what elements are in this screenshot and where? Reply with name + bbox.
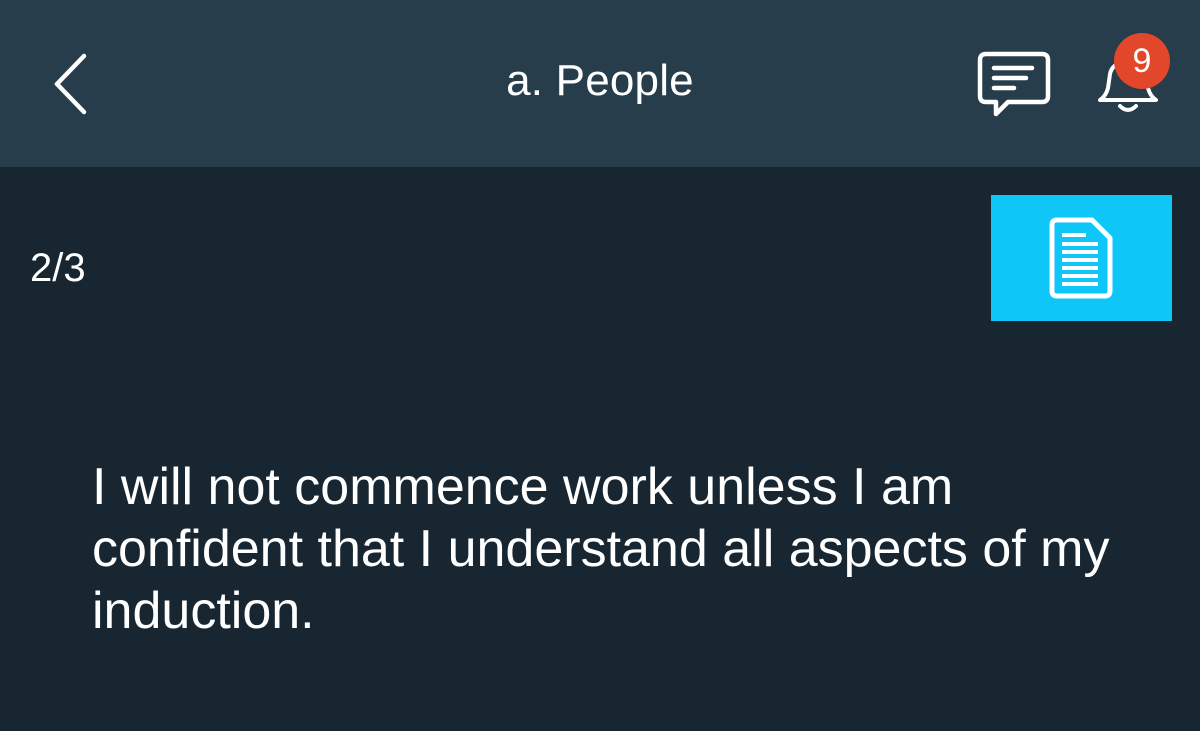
back-button[interactable] bbox=[40, 40, 120, 130]
top-navigation-bar: a. People 9 bbox=[0, 0, 1200, 167]
app-screen: a. People 9 2/3 I will not commence work… bbox=[0, 0, 1200, 731]
notification-count-badge: 9 bbox=[1114, 33, 1170, 89]
document-icon bbox=[1049, 217, 1113, 299]
chat-button[interactable] bbox=[972, 46, 1054, 126]
view-document-button[interactable] bbox=[991, 195, 1172, 321]
question-counter: 2/3 bbox=[30, 246, 86, 290]
chevron-left-icon bbox=[54, 53, 87, 115]
chat-bubble-icon bbox=[977, 51, 1051, 117]
induction-statement: I will not commence work unless I am con… bbox=[92, 458, 1110, 640]
